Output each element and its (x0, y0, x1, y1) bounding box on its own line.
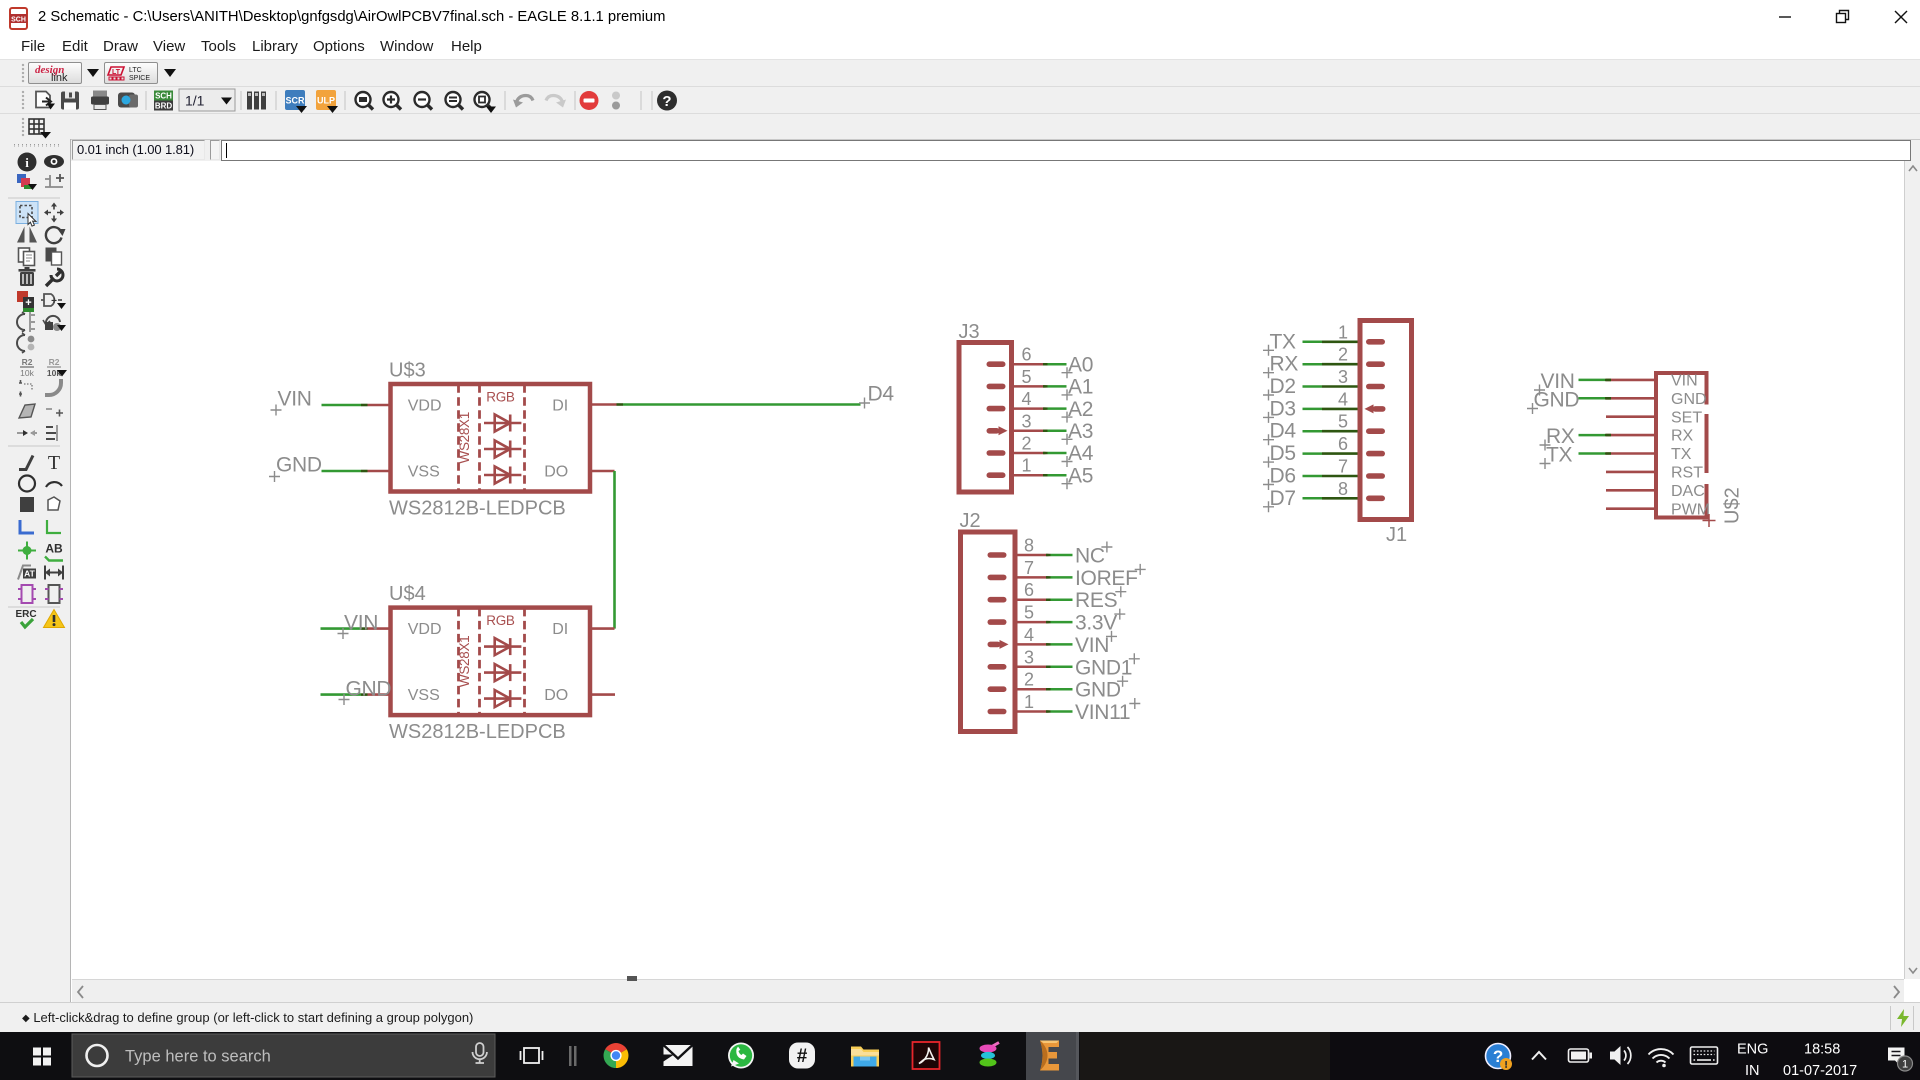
svg-text:LT: LT (112, 69, 121, 76)
svg-text:GND: GND (276, 454, 322, 477)
svg-text:6: 6 (1338, 434, 1348, 454)
svg-text:+: + (25, 297, 31, 309)
svg-text:1: 1 (1338, 322, 1348, 342)
svg-text:D4: D4 (868, 383, 895, 406)
svg-text:GND: GND (1075, 679, 1121, 702)
svg-text:U$4: U$4 (389, 583, 426, 605)
svg-text:1/1: 1/1 (185, 93, 205, 109)
svg-text:3: 3 (1338, 367, 1348, 387)
svg-text:7: 7 (1024, 558, 1034, 578)
svg-text:ERC: ERC (15, 609, 36, 620)
svg-text:VIN: VIN (278, 388, 312, 411)
svg-text:10k: 10k (47, 368, 61, 378)
svg-text:1: 1 (1022, 456, 1032, 476)
svg-text:5: 5 (1338, 412, 1348, 432)
svg-text:WS2812B-LEDPCB: WS2812B-LEDPCB (389, 498, 566, 520)
svg-text:1: 1 (1902, 1059, 1908, 1071)
svg-text:AB: AB (45, 542, 63, 556)
svg-text:SCH: SCH (11, 17, 26, 24)
svg-text:8: 8 (1338, 479, 1348, 499)
svg-text:2: 2 (1338, 345, 1348, 365)
svg-text:18:58: 18:58 (1804, 1042, 1840, 1058)
svg-text:GND: GND (346, 678, 392, 701)
svg-text:3: 3 (1024, 647, 1034, 667)
svg-text:U$2: U$2 (1722, 487, 1744, 524)
svg-text:6: 6 (1022, 345, 1032, 365)
svg-text:J1: J1 (1386, 524, 1407, 546)
svg-text:5: 5 (1024, 603, 1034, 623)
svg-text:LTC: LTC (129, 67, 142, 74)
svg-text:DAC: DAC (1671, 483, 1705, 500)
svg-text:AT: AT (24, 569, 36, 579)
svg-text:TX: TX (1671, 446, 1692, 463)
svg-text:GND1: GND1 (1075, 656, 1132, 679)
svg-text:GND: GND (1534, 389, 1580, 412)
svg-text:2: 2 (1022, 434, 1032, 454)
svg-text:ENG: ENG (1737, 1042, 1768, 1058)
svg-text:NC: NC (1075, 545, 1105, 568)
svg-text:R2: R2 (49, 357, 60, 367)
svg-text:GND: GND (1671, 391, 1707, 408)
svg-text:1: 1 (1024, 692, 1034, 712)
svg-text:U$3: U$3 (389, 360, 426, 382)
svg-text:IN: IN (1745, 1063, 1760, 1079)
svg-text:8: 8 (1024, 536, 1034, 556)
svg-text:J2: J2 (960, 510, 981, 532)
svg-text:5: 5 (1022, 367, 1032, 387)
svg-text:IOREF: IOREF (1075, 567, 1138, 590)
svg-text:SPICE: SPICE (129, 75, 150, 82)
svg-text:SCR: SCR (285, 96, 305, 106)
svg-text:4: 4 (1022, 389, 1032, 409)
svg-text:?: ? (662, 93, 671, 110)
svg-text:Type here to search: Type here to search (125, 1048, 271, 1066)
svg-text:4: 4 (1338, 389, 1348, 409)
svg-text:VIN11: VIN11 (1075, 701, 1130, 724)
svg-text:PWM: PWM (1671, 501, 1710, 518)
svg-text:10k: 10k (20, 368, 34, 378)
svg-text:#: # (797, 1046, 808, 1067)
svg-text:T: T (48, 452, 60, 474)
svg-text:VIN: VIN (344, 612, 378, 635)
svg-text:2: 2 (1024, 670, 1034, 690)
svg-text:RX: RX (1671, 428, 1694, 445)
svg-text:3: 3 (1022, 411, 1032, 431)
svg-text:ULP: ULP (317, 96, 335, 106)
svg-text:01-07-2017: 01-07-2017 (1783, 1063, 1857, 1079)
svg-text:RST: RST (1671, 465, 1703, 482)
svg-text:6: 6 (1024, 580, 1034, 600)
svg-text:VIN: VIN (1671, 373, 1698, 390)
svg-text:SET: SET (1671, 409, 1702, 426)
svg-text:SCH: SCH (155, 92, 172, 101)
svg-text:RES: RES (1075, 589, 1118, 612)
svg-text:4: 4 (1024, 625, 1034, 645)
svg-text:+: + (51, 296, 57, 307)
svg-text:BRD: BRD (155, 102, 173, 111)
svg-text:VIN: VIN (1075, 634, 1109, 657)
svg-text:i: i (25, 155, 29, 170)
svg-text:R2: R2 (22, 357, 33, 367)
svg-text:J3: J3 (959, 321, 980, 343)
svg-text:WS2812B-LEDPCB: WS2812B-LEDPCB (389, 721, 566, 743)
svg-text:7: 7 (1338, 457, 1348, 477)
